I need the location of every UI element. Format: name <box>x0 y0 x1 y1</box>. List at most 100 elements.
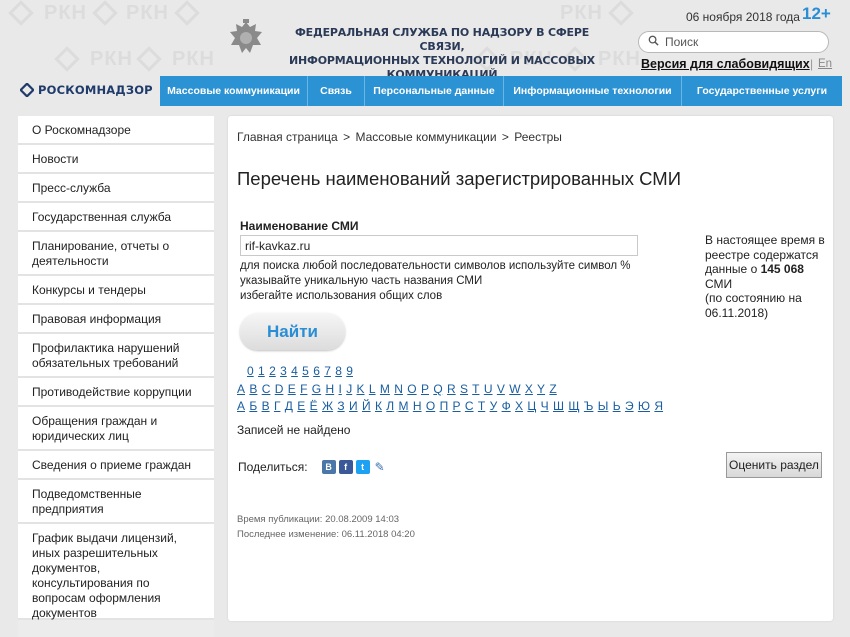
index-letter-link[interactable]: Y <box>537 382 545 396</box>
index-letter-link[interactable]: U <box>484 382 493 396</box>
index-letter-link[interactable]: Ф <box>502 399 511 413</box>
index-letter-link[interactable]: Ж <box>322 399 333 413</box>
index-letter-link[interactable]: Н <box>413 399 422 413</box>
twitter-share-icon[interactable]: t <box>355 460 370 474</box>
sidebar-item-license-schedule[interactable]: График выдачи лицензий, иных разрешитель… <box>18 524 214 620</box>
index-letter-link[interactable]: Г <box>274 399 281 413</box>
index-digit-link[interactable]: 6 <box>313 364 320 378</box>
index-letter-link[interactable]: V <box>497 382 505 396</box>
nav-item-mass-communications[interactable]: Массовые коммуникации <box>160 76 308 106</box>
index-letter-link[interactable]: C <box>262 382 271 396</box>
index-digit-link[interactable]: 2 <box>269 364 276 378</box>
search-icon[interactable] <box>648 35 659 46</box>
index-letter-link[interactable]: И <box>349 399 358 413</box>
index-letter-link[interactable]: T <box>472 382 479 396</box>
index-letter-link[interactable]: У <box>490 399 498 413</box>
index-letter-link[interactable]: Т <box>478 399 485 413</box>
index-letter-link[interactable]: D <box>275 382 284 396</box>
search-input[interactable] <box>665 34 825 50</box>
breadcrumb-registries[interactable]: Реестры <box>514 130 562 144</box>
breadcrumb-home[interactable]: Главная страница <box>237 130 338 144</box>
index-digit-link[interactable]: 3 <box>280 364 287 378</box>
index-letter-link[interactable]: E <box>288 382 296 396</box>
index-letter-link[interactable]: Ы <box>598 399 609 413</box>
index-digit-link[interactable]: 0 <box>247 364 254 378</box>
nav-item-information-technology[interactable]: Информационные технологии <box>504 76 682 106</box>
index-letter-link[interactable]: С <box>465 399 474 413</box>
index-letter-link[interactable]: Я <box>654 399 663 413</box>
index-letter-link[interactable]: В <box>262 399 270 413</box>
index-letter-link[interactable]: K <box>357 382 365 396</box>
sidebar-item-planning-reports[interactable]: Планирование, отчеты о деятельности <box>18 232 214 276</box>
sidebar-item-press[interactable]: Пресс-служба <box>18 174 214 203</box>
index-letter-link[interactable]: Ё <box>310 399 318 413</box>
index-letter-link[interactable]: Й <box>362 399 371 413</box>
facebook-share-icon[interactable]: f <box>338 460 353 474</box>
index-letter-link[interactable]: М <box>399 399 409 413</box>
index-letter-link[interactable]: Э <box>625 399 634 413</box>
index-letter-link[interactable]: M <box>380 382 390 396</box>
index-letter-link[interactable]: А <box>237 399 245 413</box>
index-letter-link[interactable]: Q <box>433 382 442 396</box>
index-letter-link[interactable]: З <box>337 399 344 413</box>
index-letter-link[interactable]: Р <box>453 399 461 413</box>
media-name-input[interactable] <box>240 235 638 256</box>
sidebar-item-anti-corruption[interactable]: Противодействие коррупции <box>18 378 214 407</box>
index-letter-link[interactable]: Z <box>549 382 556 396</box>
index-digit-link[interactable]: 7 <box>324 364 331 378</box>
index-letter-link[interactable]: Х <box>515 399 523 413</box>
sidebar-item-appeals[interactable]: Обращения граждан и юридических лиц <box>18 407 214 451</box>
index-letter-link[interactable]: П <box>440 399 449 413</box>
index-letter-link[interactable]: O <box>407 382 416 396</box>
index-letter-link[interactable]: Л <box>386 399 394 413</box>
livejournal-share-icon[interactable]: ✎ <box>372 460 387 474</box>
index-letter-link[interactable]: I <box>339 382 342 396</box>
sidebar-item-legal-info[interactable]: Правовая информация <box>18 305 214 334</box>
sidebar-item-civil-service[interactable]: Государственная служба <box>18 203 214 232</box>
index-digit-link[interactable]: 1 <box>258 364 265 378</box>
index-digit-link[interactable]: 5 <box>302 364 309 378</box>
sidebar-item-violation-prevention[interactable]: Профилактика нарушений обязательных треб… <box>18 334 214 378</box>
nav-item-personal-data[interactable]: Персональные данные <box>365 76 504 106</box>
index-digit-link[interactable]: 4 <box>291 364 298 378</box>
index-digit-link[interactable]: 8 <box>335 364 342 378</box>
index-letter-link[interactable]: Д <box>285 399 293 413</box>
index-letter-link[interactable]: Щ <box>568 399 579 413</box>
breadcrumb-mass-communications[interactable]: Массовые коммуникации <box>355 130 496 144</box>
index-letter-link[interactable]: Е <box>297 399 305 413</box>
sidebar-item-subordinate-enterprises[interactable]: Подведомственные предприятия <box>18 480 214 524</box>
index-letter-link[interactable]: L <box>369 382 376 396</box>
index-digit-link[interactable]: 9 <box>346 364 353 378</box>
sidebar-item-reception[interactable]: Сведения о приеме граждан <box>18 451 214 480</box>
index-letter-link[interactable]: S <box>460 382 468 396</box>
accessibility-version-link[interactable]: Версия для слабовидящих <box>641 57 810 71</box>
index-letter-link[interactable]: W <box>509 382 520 396</box>
index-letter-link[interactable]: О <box>426 399 435 413</box>
index-letter-link[interactable]: Ш <box>553 399 564 413</box>
index-letter-link[interactable]: F <box>300 382 307 396</box>
index-letter-link[interactable]: H <box>325 382 334 396</box>
nav-item-government-services[interactable]: Государственные услуги <box>682 76 842 106</box>
english-language-link[interactable]: En <box>818 58 832 70</box>
index-letter-link[interactable]: G <box>312 382 321 396</box>
index-letter-link[interactable]: P <box>421 382 429 396</box>
index-letter-link[interactable]: X <box>525 382 533 396</box>
index-letter-link[interactable]: J <box>346 382 352 396</box>
index-letter-link[interactable]: Ц <box>527 399 536 413</box>
index-letter-link[interactable]: B <box>249 382 257 396</box>
sidebar-item-news[interactable]: Новости <box>18 145 214 174</box>
index-letter-link[interactable]: Б <box>249 399 257 413</box>
index-letter-link[interactable]: R <box>447 382 456 396</box>
search-box[interactable] <box>638 31 829 53</box>
index-letter-link[interactable]: Ь <box>613 399 621 413</box>
index-letter-link[interactable]: Ъ <box>584 399 594 413</box>
index-letter-link[interactable]: Ю <box>638 399 650 413</box>
sidebar-item-tenders[interactable]: Конкурсы и тендеры <box>18 276 214 305</box>
find-button[interactable]: Найти <box>240 313 345 350</box>
vk-share-icon[interactable]: В <box>321 460 336 474</box>
sidebar-item-about[interactable]: О Роскомнадзоре <box>18 116 214 145</box>
nav-item-telecom[interactable]: Связь <box>308 76 365 106</box>
index-letter-link[interactable]: A <box>237 382 245 396</box>
index-letter-link[interactable]: К <box>375 399 382 413</box>
site-logo[interactable]: РОСКОМНАДЗОР <box>20 82 153 98</box>
